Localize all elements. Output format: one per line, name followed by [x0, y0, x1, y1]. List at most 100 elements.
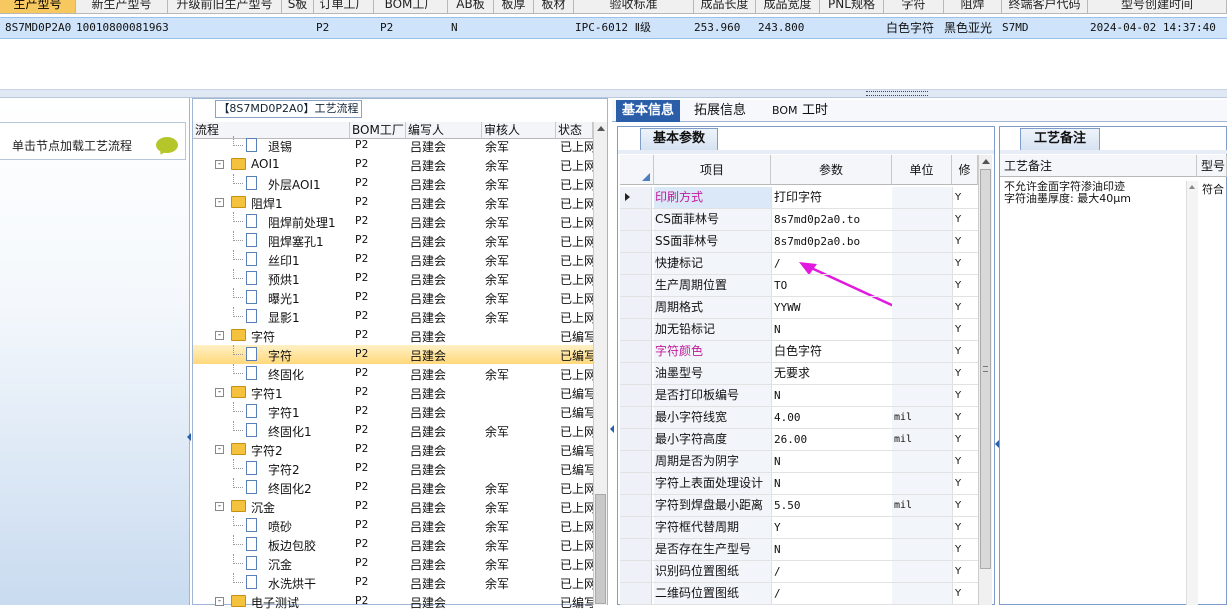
- param-modify-flag[interactable]: Y: [952, 583, 978, 604]
- param-modify-flag[interactable]: Y: [952, 297, 978, 318]
- scroll-up-icon[interactable]: [1189, 185, 1195, 189]
- col-old-model[interactable]: 升级前旧生产型号: [168, 0, 282, 14]
- cell-character[interactable]: 白色字符: [886, 18, 934, 38]
- tree-scrollbar[interactable]: [593, 122, 607, 605]
- tree-row[interactable]: 板边包胶 P2 吕建会 余军 已上网: [193, 535, 593, 554]
- param-row[interactable]: 字符颜色 白色字符 Y: [620, 341, 978, 363]
- param-unit[interactable]: mil: [892, 429, 952, 450]
- param-row[interactable]: 是否存在生产型号 N Y: [620, 539, 978, 561]
- param-modify-flag[interactable]: Y: [952, 385, 978, 406]
- tree-toggle-icon[interactable]: -: [215, 388, 224, 397]
- param-row[interactable]: SS面菲林号 8s7md0p2a0.bo Y: [620, 231, 978, 253]
- param-value[interactable]: 无要求: [771, 363, 892, 384]
- splitter-grip-icon[interactable]: [866, 91, 928, 96]
- col-character[interactable]: 字符: [884, 0, 944, 14]
- collapse-tree-icon[interactable]: [610, 425, 614, 433]
- tree-row[interactable]: - 沉金 P2 吕建会 余军 已上网: [193, 497, 593, 516]
- param-value[interactable]: 4.00: [771, 407, 892, 428]
- tree-row[interactable]: 水洗烘干 P2 吕建会 余军 已上网: [193, 573, 593, 592]
- tab-basic-info[interactable]: 基本信息: [616, 100, 681, 122]
- param-value[interactable]: 8s7md0p2a0.to: [771, 209, 892, 230]
- param-value[interactable]: TO: [771, 275, 892, 296]
- param-modify-flag[interactable]: Y: [952, 451, 978, 472]
- param-modify-flag[interactable]: Y: [952, 517, 978, 538]
- param-modify-flag[interactable]: Y: [952, 407, 978, 428]
- param-value[interactable]: 打印字符: [771, 187, 892, 208]
- param-row[interactable]: 最小字符线宽 4.00 mil Y: [620, 407, 978, 429]
- tree-row[interactable]: 字符2 P2 吕建会 已编写: [193, 459, 593, 478]
- param-unit[interactable]: [892, 517, 952, 538]
- param-value[interactable]: YYWW: [771, 297, 892, 318]
- param-row[interactable]: 二维码位置图纸 / Y: [620, 583, 978, 605]
- col-pnl-spec[interactable]: PNL规格: [820, 0, 884, 14]
- param-modify-flag[interactable]: Y: [952, 275, 978, 296]
- param-modify-flag[interactable]: Y: [952, 209, 978, 230]
- tree-toggle-icon[interactable]: -: [215, 502, 224, 511]
- param-value[interactable]: 26.00: [771, 429, 892, 450]
- col-ab-board[interactable]: AB板: [448, 0, 494, 14]
- tree-toggle-icon[interactable]: -: [215, 445, 224, 454]
- param-modify-flag[interactable]: Y: [952, 319, 978, 340]
- param-unit[interactable]: mil: [892, 407, 952, 428]
- param-row[interactable]: 生产周期位置 TO Y: [620, 275, 978, 297]
- notes-model-cell[interactable]: 符合: [1202, 181, 1224, 197]
- param-col-item[interactable]: 项目: [654, 155, 771, 185]
- col-customer-code[interactable]: 终端客户代码: [1002, 0, 1088, 14]
- param-value[interactable]: 5.50: [771, 495, 892, 516]
- tree-row[interactable]: - 电子测试 P2 吕建会 已编写: [193, 592, 593, 611]
- tree-scroll-thumb[interactable]: [595, 494, 606, 604]
- param-col-unit[interactable]: 单位: [892, 155, 952, 185]
- param-row[interactable]: 周期格式 YYWW Y: [620, 297, 978, 319]
- param-row[interactable]: 字符到焊盘最小距离 5.50 mil Y: [620, 495, 978, 517]
- tree-row[interactable]: 终固化 P2 吕建会 余军 已上网: [193, 364, 593, 383]
- param-row[interactable]: 油墨型号 无要求 Y: [620, 363, 978, 385]
- cell-length[interactable]: 253.960: [694, 18, 740, 38]
- cell-width[interactable]: 243.800: [758, 18, 804, 38]
- tab-work-hours[interactable]: 工时: [796, 100, 834, 122]
- param-row[interactable]: 印刷方式 打印字符 Y: [620, 187, 978, 209]
- tree-toggle-icon[interactable]: -: [215, 160, 224, 169]
- param-modify-flag[interactable]: Y: [952, 341, 978, 362]
- param-row[interactable]: 周期是否为阴字 N Y: [620, 451, 978, 473]
- param-unit[interactable]: [892, 473, 952, 494]
- tree-row[interactable]: 外层AOI1 P2 吕建会 余军 已上网: [193, 174, 593, 193]
- tree-row[interactable]: 阻焊塞孔1 P2 吕建会 余军 已上网: [193, 231, 593, 250]
- param-row[interactable]: 最小字符高度 26.00 mil Y: [620, 429, 978, 451]
- cell-new-model[interactable]: 10010800081963: [76, 18, 169, 38]
- param-unit[interactable]: [892, 209, 952, 230]
- param-modify-flag[interactable]: Y: [952, 187, 978, 208]
- cell-standard[interactable]: IPC-6012 Ⅱ级: [575, 18, 651, 38]
- tree-row[interactable]: - 阻焊1 P2 吕建会 余军 已上网: [193, 193, 593, 212]
- param-row[interactable]: 快捷标记 / Y: [620, 253, 978, 275]
- param-modify-flag[interactable]: Y: [952, 363, 978, 384]
- col-s-board[interactable]: S板: [282, 0, 314, 14]
- param-unit[interactable]: [892, 561, 952, 582]
- param-unit[interactable]: [892, 451, 952, 472]
- tree-row[interactable]: 退锡 P2 吕建会 余军 已上网: [193, 136, 593, 155]
- param-modify-flag[interactable]: Y: [952, 429, 978, 450]
- tree-row[interactable]: 曝光1 P2 吕建会 余军 已上网: [193, 288, 593, 307]
- param-unit[interactable]: [892, 231, 952, 252]
- tree-row[interactable]: 沉金 P2 吕建会 余军 已上网: [193, 554, 593, 573]
- cell-solder-mask[interactable]: 黑色亚光: [944, 18, 992, 38]
- tree-row[interactable]: 阻焊前处理1 P2 吕建会 余军 已上网: [193, 212, 593, 231]
- param-col-value[interactable]: 参数: [771, 155, 892, 185]
- param-unit[interactable]: [892, 583, 952, 604]
- col-production-model[interactable]: 生产型号: [0, 0, 76, 14]
- col-standard[interactable]: 验收标准: [574, 0, 694, 14]
- notes-col-notes[interactable]: 工艺备注: [1000, 155, 1197, 177]
- param-row[interactable]: 是否打印板编号 N Y: [620, 385, 978, 407]
- notes-col-model[interactable]: 型号: [1197, 155, 1227, 177]
- tree-row[interactable]: 终固化2 P2 吕建会 余军 已上网: [193, 478, 593, 497]
- scroll-up-icon[interactable]: [982, 159, 990, 164]
- param-value[interactable]: N: [771, 539, 892, 560]
- process-notes-tab[interactable]: 工艺备注: [1020, 128, 1100, 150]
- param-value[interactable]: N: [771, 319, 892, 340]
- param-value[interactable]: N: [771, 385, 892, 406]
- tree-row[interactable]: - AOI1 P2 吕建会 余军 已上网: [193, 155, 593, 174]
- tree-row[interactable]: 显影1 P2 吕建会 余军 已上网: [193, 307, 593, 326]
- collapse-left-icon[interactable]: [187, 433, 191, 441]
- col-new-model[interactable]: 新生产型号: [76, 0, 168, 14]
- model-grid-row[interactable]: 8S7MD0P2A0 10010800081963 P2 P2 N IPC-60…: [0, 17, 1227, 39]
- param-value[interactable]: N: [771, 473, 892, 494]
